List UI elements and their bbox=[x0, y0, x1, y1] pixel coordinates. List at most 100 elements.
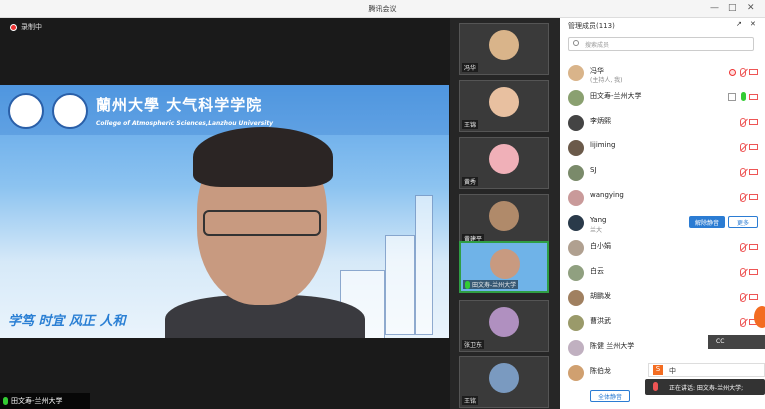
ime-toolbar[interactable]: S 中 bbox=[648, 363, 765, 377]
mic-active-icon bbox=[3, 397, 8, 405]
avatar bbox=[489, 363, 519, 393]
camera-off-icon[interactable] bbox=[749, 169, 758, 175]
member-row[interactable]: wangying bbox=[568, 188, 758, 212]
university-name: 蘭州大學 大气科学学院 bbox=[96, 96, 263, 114]
camera-off-icon[interactable] bbox=[749, 294, 758, 300]
caption-toolbar[interactable]: CC bbox=[708, 335, 765, 349]
thumbnail-tile[interactable]: 黄建平 bbox=[459, 194, 549, 246]
member-row[interactable]: Yang 兰大 解除静音 更多 bbox=[568, 213, 758, 237]
panel-title: 管理成员(113) bbox=[568, 22, 615, 30]
floating-assistant-icon[interactable] bbox=[754, 306, 765, 328]
speaking-indicator: 正在讲话: 田文寿-兰州大学; bbox=[645, 379, 765, 395]
maximize-icon[interactable]: □ bbox=[728, 3, 737, 13]
avatar bbox=[489, 201, 519, 231]
thumbnail-name: 王铭 bbox=[464, 398, 477, 405]
member-name: 白云 bbox=[590, 267, 604, 275]
camera-off-icon[interactable] bbox=[749, 194, 758, 200]
camera-off-icon[interactable] bbox=[749, 69, 758, 75]
thumbnail-tile[interactable]: 王锦 bbox=[459, 80, 549, 132]
member-panel: 管理成员(113) ↗ ✕ 搜索成员 冯华 (主持人, 我) 田文寿-兰州大学 … bbox=[560, 18, 765, 409]
avatar bbox=[568, 290, 584, 306]
mic-muted-icon[interactable] bbox=[740, 168, 746, 177]
mic-muted-icon[interactable] bbox=[740, 118, 746, 127]
member-name: 陈伯龙 bbox=[590, 367, 611, 375]
close-icon[interactable]: ✕ bbox=[747, 3, 755, 13]
mic-muted-icon[interactable] bbox=[740, 318, 746, 327]
member-row[interactable]: SJ bbox=[568, 163, 758, 187]
avatar bbox=[489, 144, 519, 174]
avatar bbox=[568, 140, 584, 156]
mic-muted-icon[interactable] bbox=[740, 243, 746, 252]
member-name: 曹洪武 bbox=[590, 317, 611, 325]
member-name: 胡鹏发 bbox=[590, 292, 611, 300]
thumbnail-label: 王锦 bbox=[462, 120, 479, 129]
member-row[interactable]: 冯华 (主持人, 我) bbox=[568, 63, 758, 87]
mute-all-button[interactable]: 全体静音 bbox=[590, 390, 630, 402]
thumbnail-name: 张卫东 bbox=[464, 342, 483, 349]
speaker-name: 田文寿-兰州大学 bbox=[11, 397, 63, 405]
building bbox=[385, 235, 415, 335]
member-row[interactable]: 李炳熙 bbox=[568, 113, 758, 137]
mic-muted-icon[interactable] bbox=[740, 268, 746, 277]
person-hair bbox=[193, 127, 333, 187]
speaker-person bbox=[165, 125, 365, 338]
popout-icon[interactable]: ↗ bbox=[736, 20, 742, 28]
avatar bbox=[489, 307, 519, 337]
thumbnail-tile[interactable]: 王铭 bbox=[459, 356, 549, 408]
avatar bbox=[568, 115, 584, 131]
mic-icon bbox=[653, 382, 658, 391]
window-title: 腾讯会议 bbox=[368, 5, 397, 13]
avatar bbox=[568, 165, 584, 181]
thumbnail-name: 黄秀 bbox=[464, 179, 477, 186]
minimize-icon[interactable]: — bbox=[710, 3, 719, 13]
recording-indicator[interactable]: 录制中 bbox=[10, 22, 42, 32]
member-name: wangying bbox=[590, 191, 624, 199]
member-row[interactable]: 胡鹏发 bbox=[568, 288, 758, 312]
avatar bbox=[490, 249, 520, 279]
college-seal-logo bbox=[52, 93, 88, 129]
member-row[interactable]: lijiming bbox=[568, 138, 758, 162]
mic-muted-icon[interactable] bbox=[740, 293, 746, 302]
camera-off-icon[interactable] bbox=[749, 119, 758, 125]
recording-label: 录制中 bbox=[21, 23, 42, 31]
camera-off-icon[interactable] bbox=[749, 144, 758, 150]
avatar bbox=[489, 87, 519, 117]
avatar bbox=[568, 215, 584, 231]
mic-active-icon bbox=[465, 280, 470, 289]
thumbnail-tile[interactable]: 张卫东 bbox=[459, 300, 549, 352]
member-row[interactable]: 曹洪武 bbox=[568, 313, 758, 337]
member-row[interactable]: 田文寿-兰州大学 bbox=[568, 88, 758, 112]
thumbnail-label: 田文寿-兰州大学 bbox=[463, 280, 519, 289]
tower-building bbox=[415, 195, 433, 335]
speaking-label: 正在讲话: 田文寿-兰州大学; bbox=[669, 385, 744, 392]
mic-active-icon[interactable] bbox=[741, 92, 746, 101]
camera-off-icon[interactable] bbox=[749, 94, 758, 100]
motto-text: 学笃 时宜 风正 人和 bbox=[8, 314, 126, 329]
member-search-input[interactable]: 搜索成员 bbox=[568, 37, 754, 51]
thumbnail-label: 王铭 bbox=[462, 396, 479, 405]
avatar bbox=[568, 240, 584, 256]
panel-header: 管理成员(113) ↗ ✕ bbox=[560, 18, 765, 32]
unmute-button[interactable]: 解除静音 bbox=[689, 216, 725, 228]
avatar bbox=[568, 315, 584, 331]
member-role: (主持人, 我) bbox=[590, 77, 623, 84]
thumbnail-tile-active[interactable]: 田文寿-兰州大学 bbox=[459, 241, 549, 293]
mic-muted-icon[interactable] bbox=[740, 143, 746, 152]
speaker-video[interactable]: 蘭州大學 大气科学学院 College of Atmospheric Scien… bbox=[0, 85, 449, 338]
camera-off-icon[interactable] bbox=[749, 269, 758, 275]
close-panel-icon[interactable]: ✕ bbox=[750, 20, 756, 28]
record-icon bbox=[10, 23, 17, 31]
member-row[interactable]: 白云 bbox=[568, 263, 758, 287]
participant-thumbnails: 冯华 王锦 黄秀 黄建平 田文寿-兰州大学 张卫东 王铭 bbox=[450, 18, 560, 409]
thumbnail-tile[interactable]: 黄秀 bbox=[459, 137, 549, 189]
thumbnail-tile[interactable]: 冯华 bbox=[459, 23, 549, 75]
thumbnail-label: 冯华 bbox=[462, 63, 479, 72]
thumbnail-label: 张卫东 bbox=[462, 340, 485, 349]
member-role: 兰大 bbox=[590, 227, 603, 234]
member-name: lijiming bbox=[590, 141, 616, 149]
mic-muted-icon[interactable] bbox=[740, 68, 746, 77]
camera-off-icon[interactable] bbox=[749, 244, 758, 250]
mic-muted-icon[interactable] bbox=[740, 193, 746, 202]
more-button[interactable]: 更多 bbox=[728, 216, 758, 228]
member-row[interactable]: 白小娟 bbox=[568, 238, 758, 262]
